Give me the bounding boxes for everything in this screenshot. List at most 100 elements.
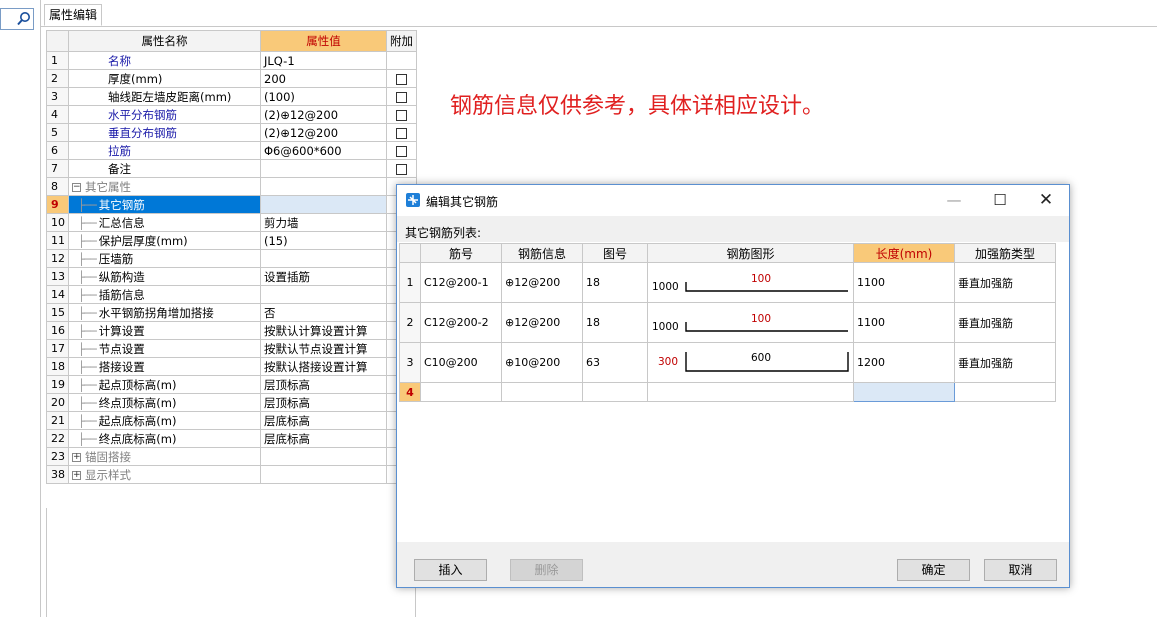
rebar-column-header[interactable]: 筋号: [420, 243, 502, 263]
figure-number-cell[interactable]: 63: [582, 342, 648, 383]
rebar-shape-cell[interactable]: 1000 100: [647, 262, 854, 303]
property-row[interactable]: 17 ├── 节点设置 按默认节点设置计算: [46, 339, 417, 358]
rebar-id-cell[interactable]: C12@200-1: [420, 262, 502, 303]
property-value-cell[interactable]: 层底标高: [260, 429, 387, 448]
property-value-cell[interactable]: 否: [260, 303, 387, 322]
property-name-cell[interactable]: 厚度(mm): [68, 69, 261, 88]
property-name-cell[interactable]: − 其它属性: [68, 177, 261, 196]
property-value-cell[interactable]: 按默认搭接设置计算: [260, 357, 387, 376]
property-value-cell[interactable]: 层底标高: [260, 411, 387, 430]
property-row[interactable]: 4 水平分布钢筋 (2)⊕12@200: [46, 105, 417, 124]
property-row[interactable]: 13 ├── 纵筋构造 设置插筋: [46, 267, 417, 286]
rebar-row[interactable]: 3 C10@200 ⊕10@200 63 300 600 1200 垂直加强筋: [399, 342, 1056, 383]
extra-checkbox[interactable]: [396, 127, 407, 139]
property-row[interactable]: 2 厚度(mm) 200: [46, 69, 417, 88]
figure-number-cell[interactable]: 18: [582, 302, 648, 343]
rebar-column-header[interactable]: 加强筋类型: [954, 243, 1056, 263]
property-value-cell[interactable]: (2)⊕12@200: [260, 123, 387, 142]
property-name-cell[interactable]: 轴线距左墙皮距离(mm): [68, 87, 261, 106]
property-name-cell[interactable]: + 锚固搭接: [68, 447, 261, 466]
property-value-cell[interactable]: [260, 285, 387, 304]
property-value-cell[interactable]: [260, 249, 387, 268]
property-name-cell[interactable]: ├── 起点顶标高(m): [68, 375, 261, 394]
property-row[interactable]: 14 ├── 插筋信息: [46, 285, 417, 304]
property-name-cell[interactable]: 水平分布钢筋: [68, 105, 261, 124]
dialog-title-bar[interactable]: 编辑其它钢筋 — ☐ ✕: [397, 185, 1069, 216]
property-value-cell[interactable]: 剪力墙: [260, 213, 387, 232]
empty-cell[interactable]: [853, 382, 955, 402]
property-row[interactable]: 38 + 显示样式: [46, 465, 417, 484]
property-value-cell[interactable]: JLQ-1: [260, 51, 387, 70]
rebar-column-header[interactable]: 长度(mm): [853, 243, 955, 263]
property-row[interactable]: 18 ├── 搭接设置 按默认搭接设置计算: [46, 357, 417, 376]
empty-cell[interactable]: [501, 382, 583, 402]
property-name-cell[interactable]: ├── 其它钢筋: [68, 195, 261, 214]
length-cell[interactable]: 1100: [853, 302, 955, 343]
close-icon[interactable]: ✕: [1023, 185, 1069, 216]
rebar-info-cell[interactable]: ⊕12@200: [501, 302, 583, 343]
figure-number-cell[interactable]: 18: [582, 262, 648, 303]
property-value-cell[interactable]: [260, 465, 387, 484]
rebar-info-cell[interactable]: ⊕10@200: [501, 342, 583, 383]
length-cell[interactable]: 1100: [853, 262, 955, 303]
property-value-cell[interactable]: 按默认计算设置计算: [260, 321, 387, 340]
property-value-cell[interactable]: 200: [260, 69, 387, 88]
expand-icon[interactable]: +: [72, 452, 81, 462]
empty-cell[interactable]: [954, 382, 1056, 402]
maximize-icon[interactable]: ☐: [977, 185, 1023, 216]
property-row[interactable]: 6 拉筋 Φ6@600*600: [46, 141, 417, 160]
empty-cell[interactable]: [647, 382, 854, 402]
property-value-cell[interactable]: 按默认节点设置计算: [260, 339, 387, 358]
property-value-cell[interactable]: 层顶标高: [260, 375, 387, 394]
extra-checkbox[interactable]: [396, 163, 407, 175]
rebar-row[interactable]: 1 C12@200-1 ⊕12@200 18 1000 100 1100 垂直加强筋: [399, 262, 1056, 303]
reinforcement-type-cell[interactable]: 垂直加强筋: [954, 262, 1056, 303]
property-row[interactable]: 22 ├── 终点底标高(m) 层底标高: [46, 429, 417, 448]
property-value-cell[interactable]: (2)⊕12@200: [260, 105, 387, 124]
property-name-cell[interactable]: ├── 计算设置: [68, 321, 261, 340]
property-row[interactable]: 16 ├── 计算设置 按默认计算设置计算: [46, 321, 417, 340]
property-row[interactable]: 7 备注: [46, 159, 417, 178]
empty-cell[interactable]: [582, 382, 648, 402]
property-name-cell[interactable]: ├── 起点底标高(m): [68, 411, 261, 430]
extra-checkbox[interactable]: [396, 145, 407, 157]
property-name-cell[interactable]: 备注: [68, 159, 261, 178]
tab-property-edit[interactable]: 属性编辑: [44, 4, 102, 26]
property-row[interactable]: 21 ├── 起点底标高(m) 层底标高: [46, 411, 417, 430]
property-value-cell[interactable]: [260, 159, 387, 178]
property-row[interactable]: 5 垂直分布钢筋 (2)⊕12@200: [46, 123, 417, 142]
property-value-cell[interactable]: (15): [260, 231, 387, 250]
property-value-cell[interactable]: [260, 195, 387, 214]
search-icon[interactable]: [16, 11, 32, 27]
rebar-id-cell[interactable]: C10@200: [420, 342, 502, 383]
rebar-row[interactable]: 2 C12@200-2 ⊕12@200 18 1000 100 1100 垂直加强筋: [399, 302, 1056, 343]
rebar-info-cell[interactable]: ⊕12@200: [501, 262, 583, 303]
property-row[interactable]: 10 ├── 汇总信息 剪力墙: [46, 213, 417, 232]
property-name-cell[interactable]: ├── 汇总信息: [68, 213, 261, 232]
rebar-shape-cell[interactable]: 300 600: [647, 342, 854, 383]
expand-icon[interactable]: +: [72, 470, 81, 480]
property-value-cell[interactable]: Φ6@600*600: [260, 141, 387, 160]
property-row[interactable]: 3 轴线距左墙皮距离(mm) (100): [46, 87, 417, 106]
property-row[interactable]: 12 ├── 压墙筋: [46, 249, 417, 268]
property-name-cell[interactable]: ├── 纵筋构造: [68, 267, 261, 286]
property-row[interactable]: 9 ├── 其它钢筋: [46, 195, 417, 214]
column-header-value[interactable]: 属性值: [260, 30, 387, 52]
rebar-column-header[interactable]: 钢筋图形: [647, 243, 854, 263]
rebar-column-header[interactable]: 钢筋信息: [501, 243, 583, 263]
rebar-column-header[interactable]: 图号: [582, 243, 648, 263]
ok-button[interactable]: 确定: [897, 559, 970, 581]
property-row[interactable]: 1 名称 JLQ-1: [46, 51, 417, 70]
property-row[interactable]: 11 ├── 保护层厚度(mm) (15): [46, 231, 417, 250]
property-value-cell[interactable]: [260, 447, 387, 466]
extra-checkbox[interactable]: [396, 73, 407, 85]
empty-cell[interactable]: [420, 382, 502, 402]
extra-checkbox[interactable]: [396, 109, 407, 121]
property-name-cell[interactable]: + 显示样式: [68, 465, 261, 484]
property-name-cell[interactable]: ├── 搭接设置: [68, 357, 261, 376]
property-row[interactable]: 20 ├── 终点顶标高(m) 层顶标高: [46, 393, 417, 412]
length-cell[interactable]: 1200: [853, 342, 955, 383]
column-header-name[interactable]: 属性名称: [68, 30, 261, 52]
property-name-cell[interactable]: ├── 插筋信息: [68, 285, 261, 304]
rebar-id-cell[interactable]: C12@200-2: [420, 302, 502, 343]
